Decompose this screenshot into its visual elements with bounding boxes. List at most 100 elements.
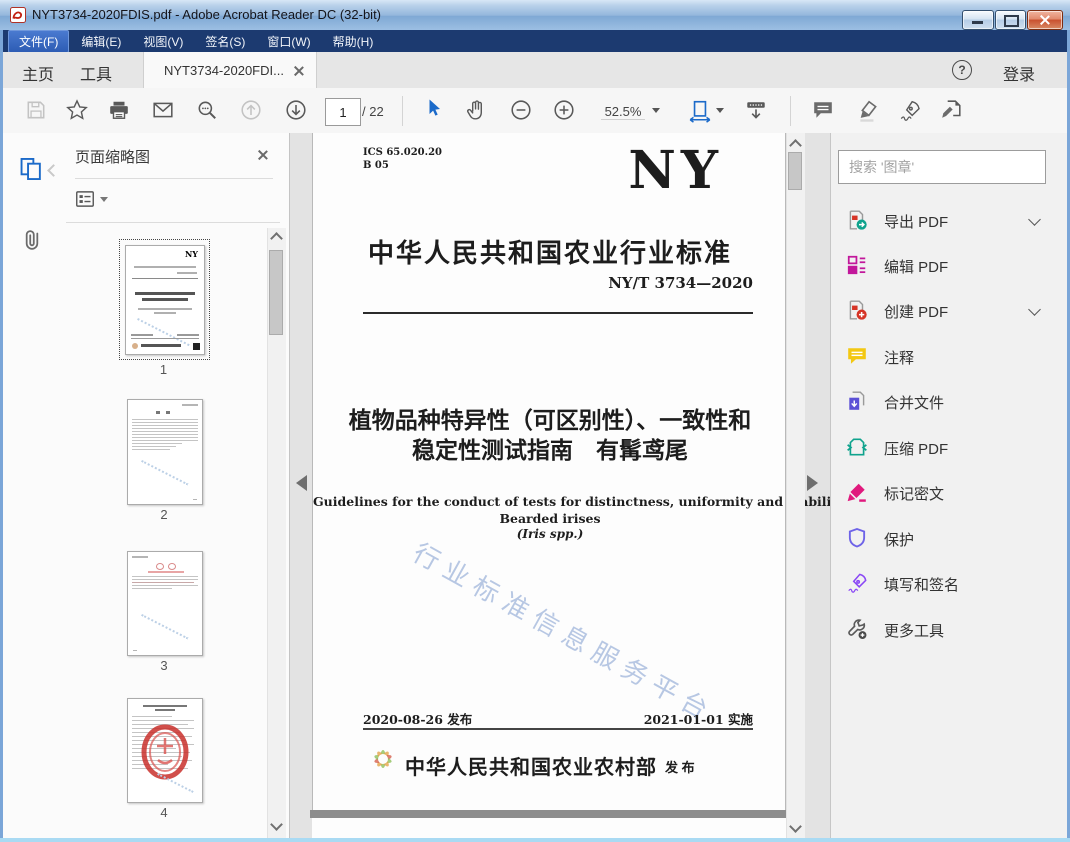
- english-subtitle-line2: Bearded irises: [499, 511, 601, 526]
- hand-tool-icon[interactable]: [465, 99, 487, 126]
- fit-width-icon[interactable]: [688, 99, 712, 128]
- toolbar-separator: [790, 96, 791, 126]
- implement-date: 2021-01-01 实施: [643, 712, 753, 727]
- zoom-dropdown-arrow-icon[interactable]: [652, 108, 660, 113]
- ics-code: ICS 65.020.20: [363, 147, 443, 158]
- next-page-arrow-icon[interactable]: [807, 475, 818, 491]
- menu-sign[interactable]: 签名(S): [195, 31, 255, 52]
- tool-create-pdf[interactable]: 创建 PDF: [832, 288, 1066, 333]
- fit-dropdown-arrow-icon[interactable]: [716, 108, 724, 113]
- help-icon[interactable]: ?: [952, 60, 972, 80]
- standard-logo: NY: [628, 140, 723, 201]
- chevron-down-icon[interactable]: [1028, 303, 1041, 316]
- tool-redact[interactable]: 标记密文: [832, 470, 1066, 515]
- tab-document[interactable]: NYT3734-2020FDI...: [143, 52, 317, 88]
- page-number-input[interactable]: [325, 98, 361, 126]
- panel-close-icon[interactable]: [258, 150, 267, 159]
- ics-class: B 05: [363, 160, 389, 171]
- stamp-icon[interactable]: [940, 99, 962, 126]
- sign-icon[interactable]: [898, 99, 922, 128]
- menu-edit[interactable]: 编辑(E): [71, 31, 131, 52]
- page-thumbnails-panel-icon[interactable]: [18, 156, 44, 187]
- page-scrolling-icon[interactable]: [744, 99, 768, 128]
- thumbnail-1-label: 1: [159, 362, 168, 377]
- zoom-in-icon[interactable]: [553, 99, 575, 126]
- page-thumbnail-4[interactable]: [127, 698, 203, 803]
- publish-label: 发 布: [665, 760, 695, 775]
- page-separator: [310, 810, 788, 818]
- tool-protect[interactable]: 保护: [832, 516, 1066, 561]
- fill-sign-icon: [846, 572, 868, 599]
- tool-more-tools[interactable]: 更多工具: [832, 607, 1066, 652]
- window-border: [0, 30, 3, 842]
- thumbnails-panel-title: 页面缩略图: [75, 149, 151, 166]
- attachments-panel-icon[interactable]: [19, 227, 45, 258]
- tool-comment[interactable]: 注释: [832, 334, 1066, 379]
- tab-close-icon[interactable]: [294, 66, 303, 75]
- thumb-logo: NY: [184, 249, 198, 259]
- tool-combine-files[interactable]: 合并文件: [832, 379, 1066, 424]
- comment-tool-icon: [846, 345, 868, 372]
- publisher: 中华人民共和国农业农村部: [405, 757, 657, 779]
- protect-icon: [846, 527, 868, 554]
- close-button[interactable]: .win-btn.close .xmark:before,.win-btn.cl…: [1027, 10, 1063, 30]
- thumbnails-scrollbar-thumb[interactable]: [269, 250, 283, 335]
- document-title-line2: 稳定性测试指南 有髯鸢尾: [412, 437, 688, 463]
- highlight-icon[interactable]: [856, 99, 880, 128]
- create-pdf-icon: [846, 299, 868, 326]
- english-subtitle-line3: (Iris spp.): [516, 527, 584, 541]
- tool-fill-sign[interactable]: 填写和签名: [832, 561, 1066, 606]
- comment-icon[interactable]: [812, 99, 834, 126]
- tool-compress-pdf[interactable]: 压缩 PDF: [832, 425, 1066, 470]
- menu-window[interactable]: 窗口(W): [257, 31, 320, 52]
- thumbnail-4-label: 4: [160, 805, 168, 820]
- redact-icon: [846, 481, 868, 508]
- star-icon[interactable]: [66, 99, 88, 126]
- zoom-level-dropdown[interactable]: 52.5%: [601, 104, 645, 120]
- title-bar[interactable]: NYT3734-2020FDIS.pdf - Adobe Acrobat Rea…: [0, 0, 1070, 31]
- english-subtitle-line1: Guidelines for the conduct of tests for …: [313, 494, 857, 509]
- select-tool-icon[interactable]: [423, 98, 443, 123]
- window-border: [0, 838, 1070, 842]
- tool-export-pdf[interactable]: 导出 PDF: [832, 198, 1066, 243]
- document-scrollbar[interactable]: [786, 133, 805, 838]
- export-pdf-icon: [846, 209, 868, 236]
- page-thumbnail-3[interactable]: [127, 551, 203, 656]
- minimize-button[interactable]: [962, 10, 994, 30]
- window-title: NYT3734-2020FDIS.pdf - Adobe Acrobat Rea…: [32, 7, 382, 22]
- thumbnail-2-label: 2: [160, 507, 168, 522]
- previous-page-arrow-icon[interactable]: [296, 475, 307, 491]
- document-page-1[interactable]: ICS 65.020.20 B 05 NY 中华人民共和国农业行业标准 NY/T…: [312, 133, 857, 810]
- tab-home[interactable]: 主页: [22, 61, 54, 85]
- zoom-out-icon[interactable]: [510, 99, 532, 126]
- maximize-button[interactable]: [995, 10, 1026, 30]
- menu-bar: 文件(F) 编辑(E) 视图(V) 签名(S) 窗口(W) 帮助(H): [0, 29, 1070, 53]
- tab-tools[interactable]: 工具: [80, 61, 112, 85]
- options-dropdown-arrow-icon[interactable]: [100, 197, 108, 202]
- acrobat-reader-window: NYT3734-2020FDIS.pdf - Adobe Acrobat Rea…: [0, 0, 1070, 842]
- document-scrollbar-thumb[interactable]: [788, 152, 802, 190]
- document-watermark: 行业标准信息服务平台: [407, 538, 720, 730]
- page-count-label: / 22: [362, 104, 384, 119]
- menu-help[interactable]: 帮助(H): [323, 31, 384, 52]
- menu-file[interactable]: 文件(F): [8, 29, 70, 53]
- page-thumbnail-1[interactable]: NY: [125, 245, 205, 355]
- document-page-2[interactable]: [312, 818, 786, 838]
- tools-search-input[interactable]: [838, 150, 1046, 184]
- compress-pdf-icon: [846, 436, 868, 463]
- search-icon[interactable]: [196, 99, 218, 126]
- previous-page-icon[interactable]: [240, 99, 262, 126]
- save-icon[interactable]: [25, 99, 47, 126]
- page-thumbnail-2[interactable]: [127, 399, 203, 505]
- menu-view[interactable]: 视图(V): [133, 31, 193, 52]
- combine-files-icon: [846, 390, 868, 417]
- thumbnail-options-icon[interactable]: [74, 188, 96, 215]
- print-icon[interactable]: [108, 99, 130, 126]
- document-title-line1: 植物品种特异性（可区别性）、一致性和: [348, 407, 752, 433]
- email-icon[interactable]: [152, 99, 174, 126]
- login-button[interactable]: 登录: [1003, 61, 1035, 85]
- chevron-down-icon[interactable]: [1028, 213, 1041, 226]
- next-page-icon[interactable]: [285, 99, 307, 126]
- tool-edit-pdf[interactable]: 编辑 PDF: [832, 243, 1066, 288]
- more-tools-icon: [846, 618, 868, 645]
